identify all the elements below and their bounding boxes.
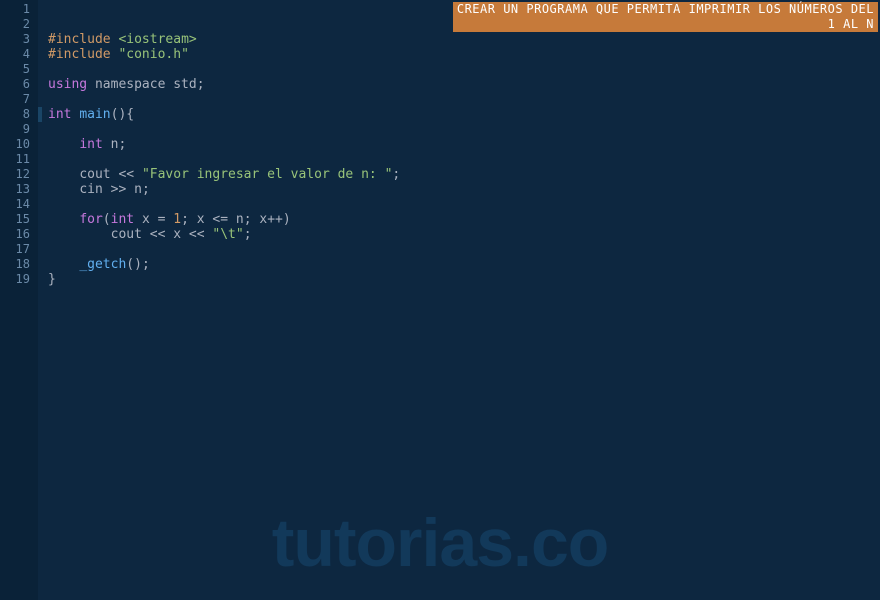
punct: ; <box>142 257 150 272</box>
indent <box>48 137 79 152</box>
operator: << <box>150 227 173 242</box>
indent <box>48 182 79 197</box>
operator: ++ <box>267 212 283 227</box>
punct: () <box>126 257 142 272</box>
code-editor: 1 2 3 4 5 6 7 8 9 10 11 12 13 14 15 16 1… <box>0 0 880 600</box>
string: "\t" <box>212 227 243 242</box>
line-number: 3 <box>0 32 38 47</box>
brace: } <box>48 272 56 287</box>
string: "Favor ingresar el valor de n: " <box>142 167 392 182</box>
code-line-9[interactable] <box>48 122 880 137</box>
code-line-12[interactable]: cout << "Favor ingresar el valor de n: "… <box>48 167 880 182</box>
punct: ; <box>392 167 400 182</box>
line-number: 13 <box>0 182 38 197</box>
identifier: cin <box>79 182 110 197</box>
punct: ) <box>283 212 291 227</box>
keyword: using <box>48 77 87 92</box>
punct: ; <box>118 137 126 152</box>
operator: <= <box>212 212 235 227</box>
identifier: x <box>259 212 267 227</box>
indent <box>48 257 79 272</box>
indent <box>48 227 111 242</box>
identifier: n <box>236 212 244 227</box>
line-number: 9 <box>0 122 38 137</box>
line-number: 15 <box>0 212 38 227</box>
punct: ; <box>244 212 260 227</box>
identifier: namespace std <box>87 77 197 92</box>
code-line-5[interactable] <box>48 62 880 77</box>
line-number: 11 <box>0 152 38 167</box>
function-name: _getch <box>79 257 126 272</box>
punct: ; <box>197 77 205 92</box>
preprocessor: #include <box>48 47 118 62</box>
punct: ( <box>103 212 111 227</box>
punct: ; <box>181 212 197 227</box>
operator: << <box>189 227 212 242</box>
identifier: x <box>173 227 189 242</box>
punct: (){ <box>111 107 134 122</box>
number: 1 <box>173 212 181 227</box>
code-line-14[interactable] <box>48 197 880 212</box>
line-number: 5 <box>0 62 38 77</box>
line-number: 17 <box>0 242 38 257</box>
code-line-7[interactable] <box>48 92 880 107</box>
code-line-19[interactable]: } <box>48 272 880 287</box>
code-line-6[interactable]: using namespace std; <box>48 77 880 92</box>
code-line-3[interactable]: #include <iostream> <box>48 32 880 47</box>
operator: << <box>118 167 141 182</box>
code-line-15[interactable]: for(int x = 1; x <= n; x++) <box>48 212 880 227</box>
code-line-11[interactable] <box>48 152 880 167</box>
indent <box>48 167 79 182</box>
code-line-10[interactable]: int n; <box>48 137 880 152</box>
line-number: 8 <box>0 107 38 122</box>
code-line-4[interactable]: #include "conio.h" <box>48 47 880 62</box>
keyword: for <box>79 212 102 227</box>
identifier: x <box>197 212 213 227</box>
identifier: x <box>142 212 158 227</box>
comment-line: 1 AL N <box>457 17 874 32</box>
code-content[interactable]: CREAR UN PROGRAMA QUE PERMITA IMPRIMIR L… <box>38 0 880 600</box>
punct: ; <box>142 182 150 197</box>
line-number: 4 <box>0 47 38 62</box>
line-number: 6 <box>0 77 38 92</box>
punct: ; <box>244 227 252 242</box>
preprocessor: #include <box>48 32 118 47</box>
line-number: 16 <box>0 227 38 242</box>
code-line-17[interactable] <box>48 242 880 257</box>
identifier: cout <box>111 227 150 242</box>
comment-banner: CREAR UN PROGRAMA QUE PERMITA IMPRIMIR L… <box>453 2 878 32</box>
include-path: "conio.h" <box>118 47 188 62</box>
code-line-13[interactable]: cin >> n; <box>48 182 880 197</box>
line-number-gutter: 1 2 3 4 5 6 7 8 9 10 11 12 13 14 15 16 1… <box>0 0 38 600</box>
identifier: cout <box>79 167 118 182</box>
line-number: 18 <box>0 257 38 272</box>
comment-line: CREAR UN PROGRAMA QUE PERMITA IMPRIMIR L… <box>457 2 874 17</box>
operator: = <box>158 212 174 227</box>
type: int <box>111 212 142 227</box>
type: int <box>48 107 79 122</box>
code-line-16[interactable]: cout << x << "\t"; <box>48 227 880 242</box>
line-number: 1 <box>0 2 38 17</box>
line-number: 2 <box>0 17 38 32</box>
code-line-8[interactable]: int main(){ <box>48 107 880 122</box>
operator: >> <box>111 182 134 197</box>
code-line-18[interactable]: _getch(); <box>48 257 880 272</box>
line-number: 12 <box>0 167 38 182</box>
line-number: 19 <box>0 272 38 287</box>
include-path: <iostream> <box>118 32 196 47</box>
function-name: main <box>79 107 110 122</box>
line-number: 14 <box>0 197 38 212</box>
indent <box>48 212 79 227</box>
line-number: 10 <box>0 137 38 152</box>
type: int <box>79 137 110 152</box>
identifier: n <box>134 182 142 197</box>
line-number: 7 <box>0 92 38 107</box>
